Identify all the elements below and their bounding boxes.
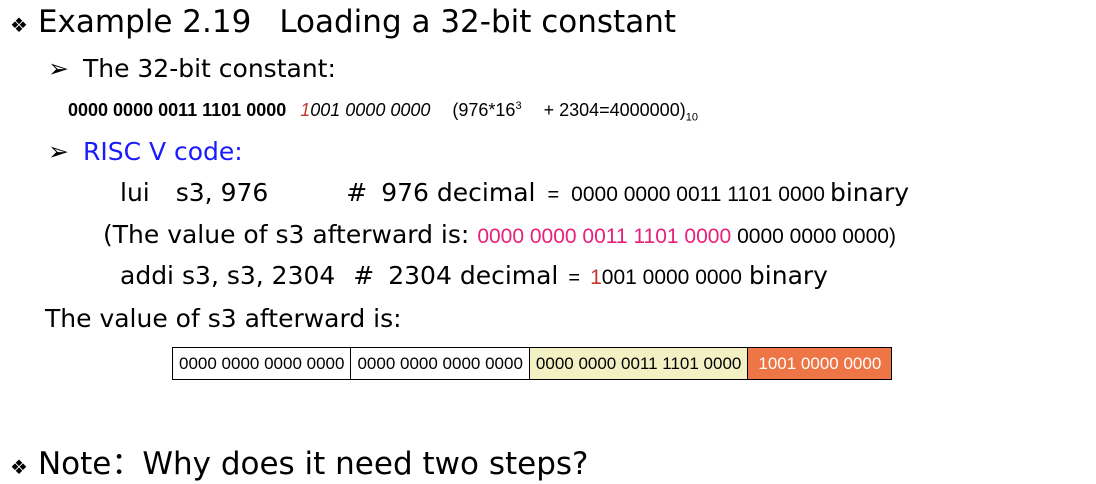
comment-hash: #: [346, 178, 368, 207]
riscv-heading-text: RISC V code:: [82, 137, 243, 166]
diamond-bullet-icon: ❖: [10, 455, 28, 479]
register-segment: 0000 0000 0000 0000: [173, 348, 352, 379]
addi-binary-suffix: binary: [748, 261, 828, 290]
after-lui-line: (The value of s3 afterward is: 0000 0000 …: [103, 220, 896, 249]
register-segment-lower-bits: 1001 0000 0000: [748, 348, 892, 379]
constant-bold-bits: 0000 0000 0011 1101 0000: [68, 100, 287, 120]
after-lui-upper-bits: 0000 0000 0011 1101 0000: [477, 225, 732, 248]
constant-expression: (976*163 + 2304=4000000)10: [452, 100, 698, 124]
constant-heading-text: The 32-bit constant:: [82, 54, 336, 83]
equals-sign: =: [568, 267, 581, 289]
arrow-bullet-icon: ➢: [48, 137, 69, 166]
lui-binary-suffix: binary: [829, 178, 910, 207]
addi-red-bit: 1: [590, 266, 602, 289]
comment-hash: #: [353, 261, 375, 290]
addi-args: s3, s3, 2304: [182, 261, 336, 290]
addi-binary: 001 0000 0000: [601, 266, 742, 289]
constant-red-bit: 1: [300, 100, 311, 120]
lui-args: s3, 976: [175, 178, 269, 207]
lui-binary: 0000 0000 0011 1101 0000: [571, 183, 825, 206]
register-segment: 0000 0000 0000 0000: [351, 348, 530, 379]
example-subtitle: Loading a 32-bit constant: [279, 4, 677, 40]
constant-italic-bits: 001 0000 0000: [310, 100, 431, 120]
note-text: Note：Why does it need two steps?: [37, 446, 589, 482]
lui-comment: 976 decimal: [381, 178, 536, 207]
final-value-heading: The value of s3 afterward is:: [45, 304, 402, 333]
addi-line: addi s3, s3, 2304 #2304 decimal = 1001 0000 …: [120, 261, 828, 290]
constant-heading: ➢ The 32-bit constant:: [48, 54, 336, 83]
after-lui-lower-bits: 0000 0000 0000): [737, 225, 896, 248]
equals-sign: =: [547, 184, 560, 206]
lui-line: lui s3, 976 #976 decimal = 0000 0000 0011 11…: [120, 178, 909, 207]
example-number: Example 2.19: [37, 4, 252, 40]
after-lui-prefix: (The value of s3 afterward is:: [103, 220, 470, 249]
diamond-bullet-icon: ❖: [10, 13, 28, 37]
constant-line: 0000 0000 0011 1101 0000 1001 0000 0000 (9…: [68, 100, 698, 124]
addi-opcode: addi: [120, 261, 175, 290]
arrow-bullet-icon: ➢: [48, 54, 69, 83]
example-title: ❖ Example 2.19 Loading a 32-bit constant: [10, 4, 676, 40]
riscv-heading: ➢ RISC V code:: [48, 137, 243, 166]
addi-comment: 2304 decimal: [388, 261, 559, 290]
register-diagram: 0000 0000 0000 0000 0000 0000 0000 0000 …: [172, 347, 893, 380]
register-segment-upper-bits: 0000 0000 0011 1101 0000: [529, 348, 749, 379]
lui-opcode: lui: [120, 178, 150, 207]
note-line: ❖ Note：Why does it need two steps?: [10, 438, 588, 483]
